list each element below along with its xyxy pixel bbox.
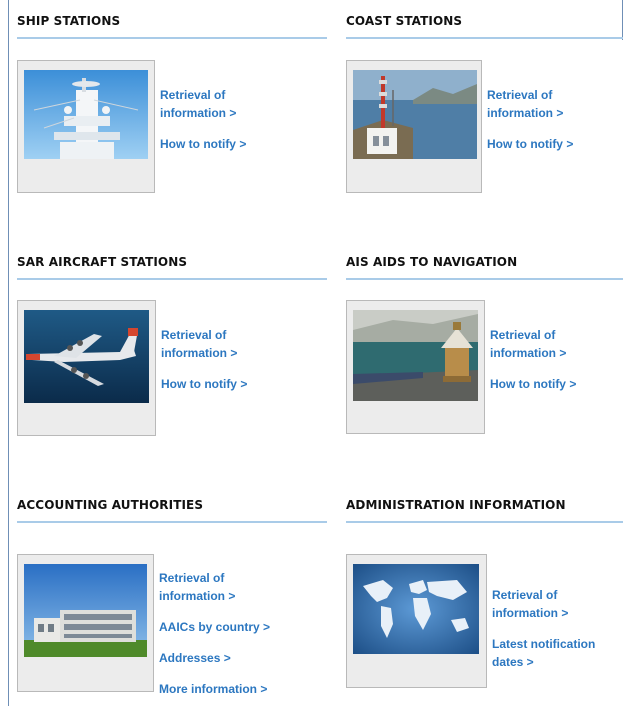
- how-to-notify-link[interactable]: How to notify >: [487, 135, 573, 153]
- more-information-link[interactable]: More information >: [159, 680, 270, 698]
- administration-information-thumbnail[interactable]: [346, 554, 487, 688]
- retrieval-link[interactable]: Retrieval of information >: [161, 326, 247, 362]
- section-title: SAR AIRCRAFT STATIONS: [17, 255, 188, 269]
- office-building-image: [24, 564, 147, 657]
- retrieval-link[interactable]: Retrieval of information >: [490, 326, 576, 362]
- how-to-notify-link[interactable]: How to notify >: [490, 375, 576, 393]
- ais-aids-links: Retrieval of information > How to notify …: [490, 326, 576, 393]
- ship-stations-links: Retrieval of information > How to notify …: [160, 86, 246, 153]
- section-title: ACCOUNTING AUTHORITIES: [17, 498, 204, 512]
- section-divider: [17, 278, 327, 280]
- section-divider: [17, 521, 327, 523]
- section-divider: [17, 37, 327, 39]
- accounting-authorities-thumbnail[interactable]: [17, 554, 154, 692]
- section-title: ADMINISTRATION INFORMATION: [346, 498, 566, 512]
- addresses-link[interactable]: Addresses >: [159, 649, 270, 667]
- page: SHIP STATIONS Retrieval of information >…: [0, 0, 623, 706]
- section-title: AIS AIDS TO NAVIGATION: [346, 255, 518, 269]
- navigation-buoy-image: [353, 310, 478, 401]
- accounting-authorities-links: Retrieval of information > AAICs by count…: [159, 569, 270, 698]
- administration-information-links: Retrieval of information > Latest notific…: [492, 586, 595, 671]
- world-map-image: [353, 564, 479, 654]
- retrieval-link[interactable]: Retrieval of information >: [159, 569, 270, 605]
- section-title: COAST STATIONS: [346, 14, 463, 28]
- coast-stations-links: Retrieval of information > How to notify …: [487, 86, 573, 153]
- sar-aircraft-thumbnail[interactable]: [17, 300, 156, 436]
- aaics-by-country-link[interactable]: AAICs by country >: [159, 618, 270, 636]
- how-to-notify-link[interactable]: How to notify >: [161, 375, 247, 393]
- retrieval-link[interactable]: Retrieval of information >: [487, 86, 573, 122]
- section-divider: [346, 278, 623, 280]
- latest-notification-dates-link[interactable]: Latest notification dates >: [492, 635, 595, 671]
- coast-stations-thumbnail[interactable]: [346, 60, 482, 193]
- section-divider: [346, 521, 623, 523]
- ais-aids-thumbnail[interactable]: [346, 300, 485, 434]
- left-border: [8, 0, 9, 706]
- section-title: SHIP STATIONS: [17, 14, 121, 28]
- sar-aircraft-links: Retrieval of information > How to notify …: [161, 326, 247, 393]
- how-to-notify-link[interactable]: How to notify >: [160, 135, 246, 153]
- ship-stations-thumbnail[interactable]: [17, 60, 155, 193]
- retrieval-link[interactable]: Retrieval of information >: [160, 86, 246, 122]
- sar-aircraft-image: [24, 310, 149, 403]
- section-divider: [346, 37, 623, 39]
- ship-mast-image: [24, 70, 148, 159]
- retrieval-link[interactable]: Retrieval of information >: [492, 586, 595, 622]
- coast-station-image: [353, 70, 477, 159]
